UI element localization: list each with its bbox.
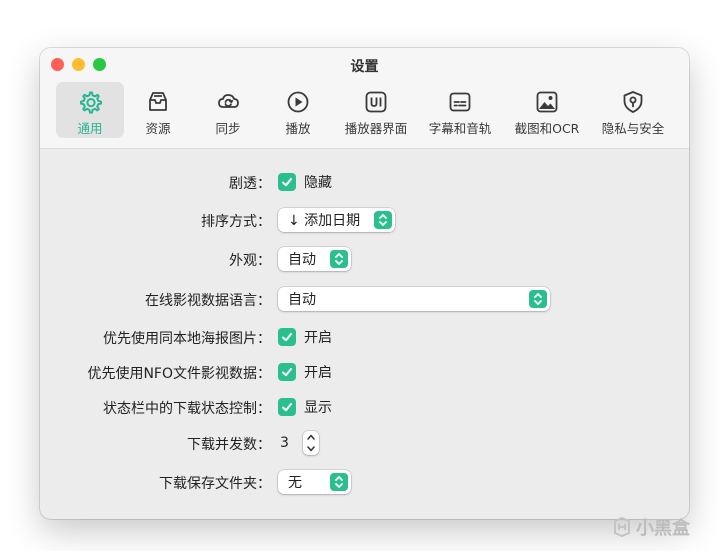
tab-label: 播放器界面: [344, 121, 408, 136]
checkmark-icon: [282, 333, 292, 342]
heybox-logo-icon: [614, 517, 630, 537]
chevron-up-icon[interactable]: [306, 434, 316, 440]
gear-icon: [80, 91, 102, 114]
chevron-up-down-icon: [330, 250, 348, 268]
setting-label: 在线影视数据语言：: [145, 293, 271, 309]
language-popup-button[interactable]: 自动: [278, 287, 550, 311]
chevron-down-icon[interactable]: [306, 446, 316, 452]
watermark-text: 小黑盒: [636, 518, 690, 539]
tab-general[interactable]: 通用: [56, 82, 124, 138]
toolbar: 设置 通用 资源 同步 播放 播放器界面 字幕和音轨 截图和OCR 隐私与安全: [40, 48, 689, 149]
tab-player-ui[interactable]: 播放器界面: [338, 82, 414, 138]
setting-label: 外观：: [229, 253, 271, 269]
setting-row-sort: 排序方式： ↓ 添加日期: [40, 207, 689, 233]
tab-label: 播放: [285, 121, 311, 136]
statusbar-checkbox[interactable]: [278, 398, 296, 416]
setting-label: 状态栏中的下载状态控制：: [103, 401, 271, 417]
checkbox-label: 显示: [304, 400, 332, 416]
setting-row-language: 在线影视数据语言： 自动: [40, 286, 689, 312]
setting-label: 剧透：: [229, 176, 271, 192]
tray-icon: [149, 92, 167, 111]
tab-resources[interactable]: 资源: [128, 82, 188, 138]
local-poster-checkbox[interactable]: [278, 328, 296, 346]
sort-popup-button[interactable]: ↓ 添加日期: [278, 208, 395, 232]
tab-sync[interactable]: 同步: [198, 82, 258, 138]
concurrency-value[interactable]: 3: [280, 435, 289, 451]
checkmark-icon: [282, 368, 292, 377]
general-settings-panel: 剧透： 隐藏 排序方式： ↓ 添加日期 外观： 自动 在线影视数据语言： 自动 …: [40, 149, 689, 519]
popup-value: 自动: [288, 292, 316, 308]
tab-subtitles-audio[interactable]: 字幕和音轨: [422, 82, 498, 138]
settings-window: 设置 通用 资源 同步 播放 播放器界面 字幕和音轨 截图和OCR 隐私与安全 …: [40, 48, 689, 519]
photo-icon: [536, 91, 558, 113]
tab-privacy-security[interactable]: 隐私与安全: [594, 82, 672, 138]
tab-label: 同步: [215, 121, 241, 136]
tab-label: 字幕和音轨: [428, 121, 492, 136]
subtitles-icon: [449, 92, 471, 112]
checkbox-label: 隐藏: [304, 175, 332, 191]
checkbox-label: 开启: [304, 330, 332, 346]
tab-label: 资源: [145, 121, 171, 136]
setting-row-concurrency: 下载并发数： 3: [40, 430, 689, 456]
watermark: 小黑盒: [612, 514, 690, 540]
tab-label: 隐私与安全: [601, 121, 665, 136]
tab-screenshot-ocr[interactable]: 截图和OCR: [508, 82, 586, 138]
appearance-popup-button[interactable]: 自动: [278, 247, 351, 271]
spoiler-checkbox[interactable]: [278, 173, 296, 191]
popup-value: 无: [288, 475, 302, 491]
concurrency-stepper[interactable]: [302, 431, 319, 455]
chevron-up-down-icon: [529, 290, 547, 308]
setting-row-local-poster: 优先使用同本地海报图片： 开启: [40, 324, 689, 350]
shield-lock-icon: [623, 91, 643, 113]
popup-value: ↓ 添加日期: [288, 213, 361, 229]
setting-row-statusbar: 状态栏中的下载状态控制： 显示: [40, 394, 689, 420]
setting-label: 下载并发数：: [187, 437, 271, 453]
checkbox-label: 开启: [304, 365, 332, 381]
setting-label: 优先使用同本地海报图片：: [103, 331, 271, 347]
setting-row-appearance: 外观： 自动: [40, 246, 689, 272]
ui-icon: [365, 91, 387, 113]
chevron-up-down-icon: [374, 211, 392, 229]
setting-label: 排序方式：: [201, 214, 271, 230]
setting-row-nfo: 优先使用NFO文件影视数据： 开启: [40, 359, 689, 385]
folder-popup-button[interactable]: 无: [278, 470, 351, 494]
setting-label: 优先使用NFO文件影视数据：: [87, 366, 271, 382]
tab-bar: 通用 资源 同步 播放 播放器界面 字幕和音轨 截图和OCR 隐私与安全: [56, 82, 676, 138]
window-title: 设置: [350, 59, 379, 75]
setting-row-spoiler: 剧透： 隐藏: [40, 169, 689, 195]
sync-icon: [218, 94, 239, 108]
tab-label: 通用: [77, 121, 103, 136]
setting-label: 下载保存文件夹：: [159, 476, 271, 492]
popup-value: 自动: [288, 252, 316, 268]
tab-label: 截图和OCR: [514, 121, 580, 136]
tab-playback[interactable]: 播放: [268, 82, 328, 138]
nfo-checkbox[interactable]: [278, 363, 296, 381]
setting-row-folder: 下载保存文件夹： 无: [40, 469, 689, 495]
checkmark-icon: [282, 178, 292, 187]
chevron-up-down-icon: [330, 473, 348, 491]
play-circle-icon: [287, 91, 309, 113]
checkmark-icon: [282, 403, 292, 412]
